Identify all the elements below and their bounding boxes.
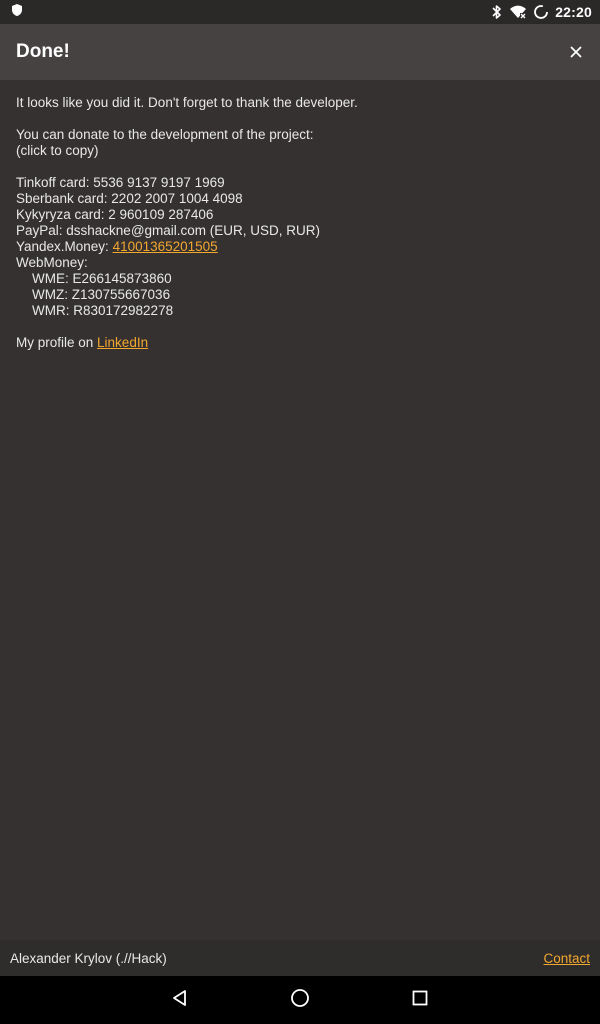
yandex-money-link[interactable]: 41001365201505 (113, 239, 218, 254)
recents-icon (411, 989, 429, 1012)
tinkoff-card[interactable]: Tinkoff card: 5536 9137 9197 1969 (16, 175, 584, 191)
paypal-account[interactable]: PayPal: dsshackne@gmail.com (EUR, USD, R… (16, 223, 584, 239)
home-icon (290, 988, 310, 1013)
profile-label: My profile on (16, 335, 98, 350)
app-bar: Done! (0, 24, 600, 80)
shield-icon (10, 3, 24, 22)
footer: Alexander Krylov (.//Hack) Contact (0, 940, 600, 976)
donation-content: It looks like you did it. Don't forget t… (0, 80, 600, 940)
page-title: Done! (16, 41, 70, 62)
intro-text: It looks like you did it. Don't forget t… (16, 95, 358, 110)
author-name: Alexander Krylov (.//Hack) (10, 950, 167, 966)
navigation-bar (0, 976, 600, 1024)
bluetooth-icon (491, 4, 503, 20)
back-icon (171, 989, 189, 1012)
close-icon (570, 42, 582, 63)
webmoney-label: WebMoney: (16, 255, 88, 270)
webmoney-wmz[interactable]: WMZ: Z130755667036 (16, 287, 584, 303)
webmoney-wmr[interactable]: WMR: R830172982278 (16, 303, 584, 319)
close-button[interactable] (560, 36, 592, 68)
yandex-money-label: Yandex.Money: (16, 239, 113, 254)
profile-row: My profile on LinkedIn (16, 335, 584, 351)
back-button[interactable] (160, 980, 200, 1020)
sberbank-card[interactable]: Sberbank card: 2202 2007 1004 4098 (16, 191, 584, 207)
status-time: 22:20 (555, 4, 592, 20)
status-bar: 22:20 (0, 0, 600, 24)
copy-hint: (click to copy) (16, 143, 99, 158)
recents-button[interactable] (400, 980, 440, 1020)
wifi-icon (509, 5, 527, 19)
home-button[interactable] (280, 980, 320, 1020)
linkedin-link[interactable]: LinkedIn (97, 335, 148, 350)
kykyryza-card[interactable]: Kykyryza card: 2 960109 287406 (16, 207, 584, 223)
webmoney-wme[interactable]: WME: E266145873860 (16, 271, 584, 287)
battery-charging-icon (533, 4, 549, 20)
contact-link[interactable]: Contact (543, 951, 590, 966)
yandex-money-row: Yandex.Money: 41001365201505 (16, 239, 584, 255)
donate-text: You can donate to the development of the… (16, 127, 314, 142)
